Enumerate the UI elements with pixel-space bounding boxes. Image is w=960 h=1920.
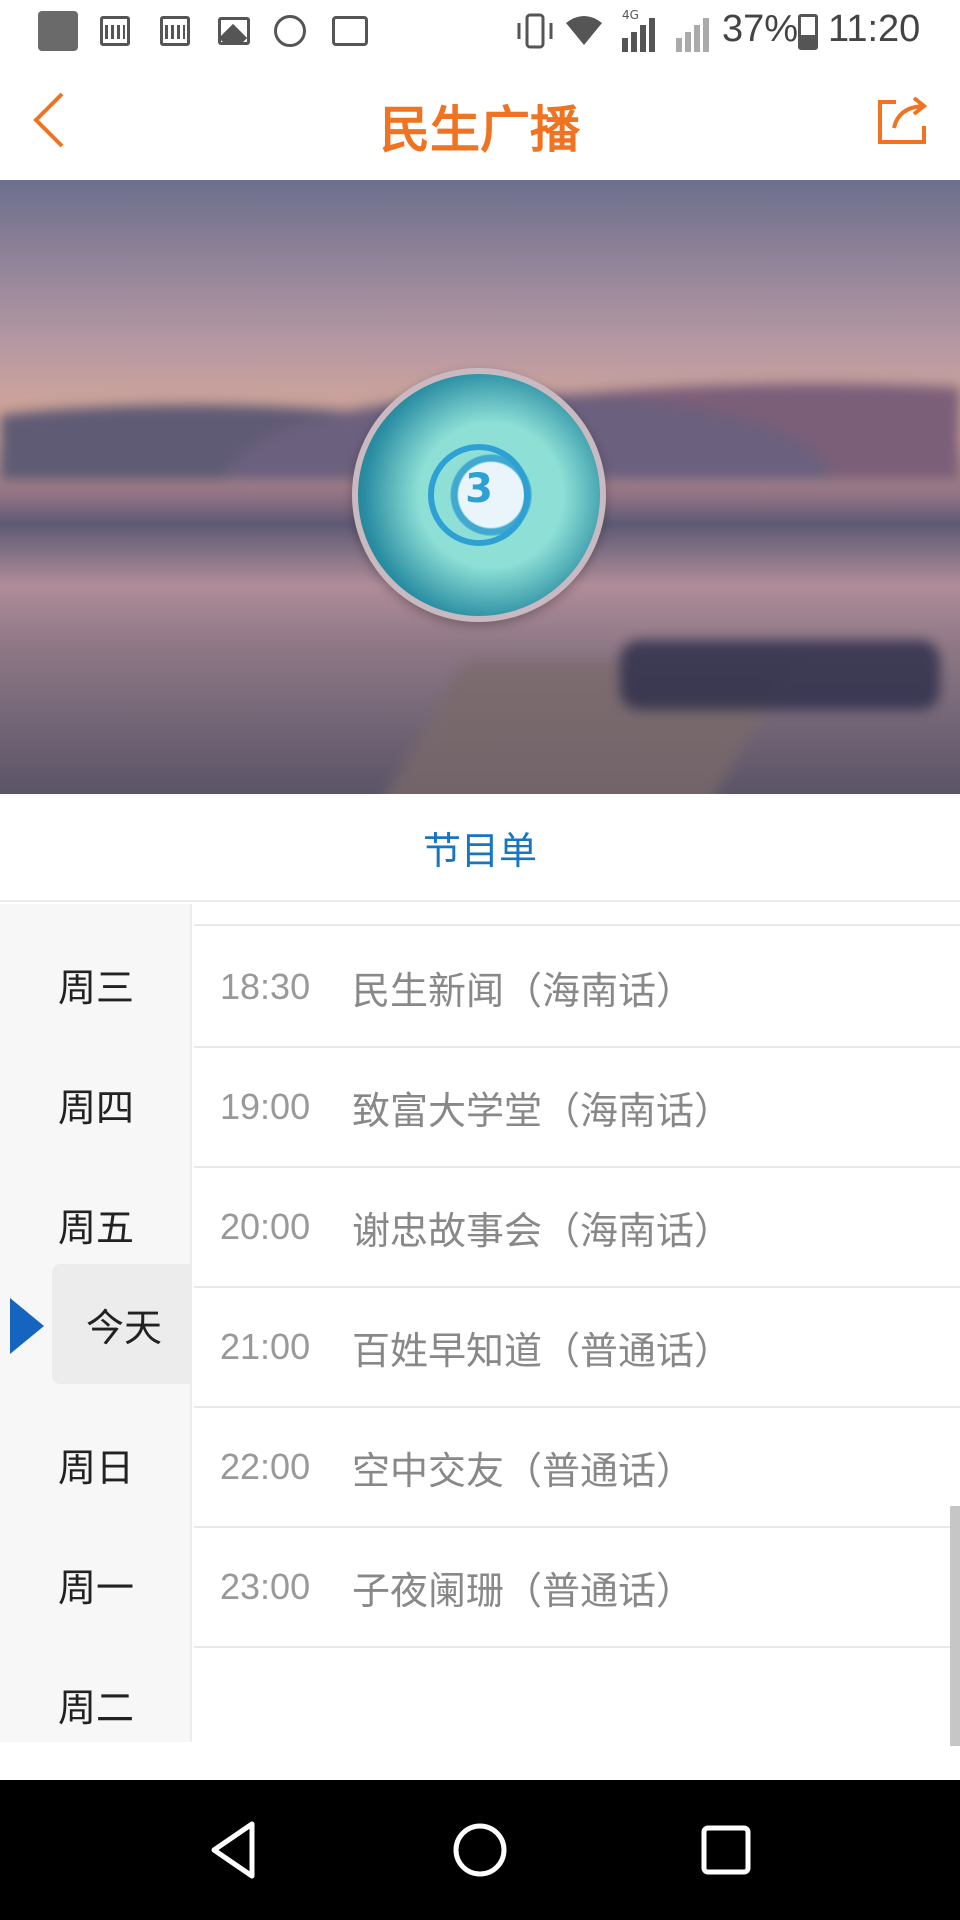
wifi-icon xyxy=(564,14,604,48)
share-icon[interactable] xyxy=(874,92,930,148)
selected-day-arrow-icon xyxy=(10,1298,44,1354)
program-time: 23:00 xyxy=(220,1566,311,1607)
day-tab[interactable]: 周四 xyxy=(0,1044,192,1164)
battery-icon xyxy=(798,14,818,50)
walk-icon xyxy=(274,14,306,48)
schedule-divider xyxy=(194,904,960,926)
calendar-icon xyxy=(100,14,130,48)
day-label: 周二 xyxy=(58,1685,135,1730)
day-tab-selected[interactable]: 今天 xyxy=(52,1264,192,1384)
day-label: 周一 xyxy=(58,1565,135,1610)
program-name: 百姓早知道（普通话） xyxy=(352,1328,733,1373)
app-header: 民生广播 xyxy=(0,62,960,180)
pulse-icon xyxy=(332,14,368,48)
station-logo-disc[interactable]: 3 xyxy=(352,368,606,622)
program-row[interactable]: 22:00 空中交友（普通话） xyxy=(194,1408,960,1528)
program-time: 22:00 xyxy=(220,1446,311,1487)
day-label: 周五 xyxy=(58,1205,135,1250)
vibrate-icon xyxy=(514,13,556,49)
program-row[interactable]: 23:00 子夜阑珊（普通话） xyxy=(194,1528,960,1648)
scrollbar[interactable] xyxy=(950,1506,960,1746)
status-bar: 4G 37% 11:20 xyxy=(0,0,960,62)
program-name: 空中交友（普通话） xyxy=(352,1448,695,1493)
day-label: 周四 xyxy=(58,1085,135,1130)
network-label: 4G xyxy=(622,8,639,22)
program-name: 致富大学堂（海南话） xyxy=(352,1088,733,1133)
day-tab[interactable]: 周一 xyxy=(0,1524,192,1644)
program-row[interactable]: 21:00 百姓早知道（普通话） xyxy=(194,1288,960,1408)
calendar-icon xyxy=(160,14,190,48)
program-name: 民生新闻（海南话） xyxy=(352,968,695,1013)
signal-icon xyxy=(662,12,712,52)
day-tab[interactable]: 周三 xyxy=(0,924,192,1044)
program-time: 19:00 xyxy=(220,1086,311,1127)
program-row[interactable]: 18:30 民生新闻（海南话） xyxy=(194,928,960,1048)
program-time: 21:00 xyxy=(220,1326,311,1367)
program-time: 18:30 xyxy=(220,966,311,1007)
clock: 11:20 xyxy=(828,8,921,50)
back-triangle-icon[interactable] xyxy=(204,1818,268,1882)
day-tab[interactable]: 周日 xyxy=(0,1404,192,1524)
program-time: 20:00 xyxy=(220,1206,311,1247)
program-list-title: 节目单 xyxy=(0,794,960,902)
banner-boat xyxy=(620,640,940,710)
battery-percent: 37% xyxy=(722,8,799,50)
image-icon xyxy=(218,14,250,48)
home-circle-icon[interactable] xyxy=(448,1818,512,1882)
day-label: 周三 xyxy=(58,965,135,1010)
day-label: 周日 xyxy=(58,1445,135,1490)
day-tab[interactable]: 周二 xyxy=(0,1644,192,1764)
system-nav-bar xyxy=(0,1780,960,1920)
program-name: 子夜阑珊（普通话） xyxy=(352,1568,695,1613)
app-icon xyxy=(38,11,78,51)
program-schedule: 18:30 民生新闻（海南话） 19:00 致富大学堂（海南话） 20:00 谢… xyxy=(194,904,960,1780)
page-title: 民生广播 xyxy=(380,101,580,159)
program-row[interactable]: 20:00 谢忠故事会（海南话） xyxy=(194,1168,960,1288)
day-label: 今天 xyxy=(86,1305,163,1350)
program-name: 谢忠故事会（海南话） xyxy=(352,1208,733,1253)
recents-square-icon[interactable] xyxy=(694,1818,758,1882)
station-logo: 3 xyxy=(465,466,493,512)
signal-icon: 4G xyxy=(608,8,658,52)
program-row[interactable]: 19:00 致富大学堂（海南话） xyxy=(194,1048,960,1168)
station-banner: 3 xyxy=(0,180,960,794)
